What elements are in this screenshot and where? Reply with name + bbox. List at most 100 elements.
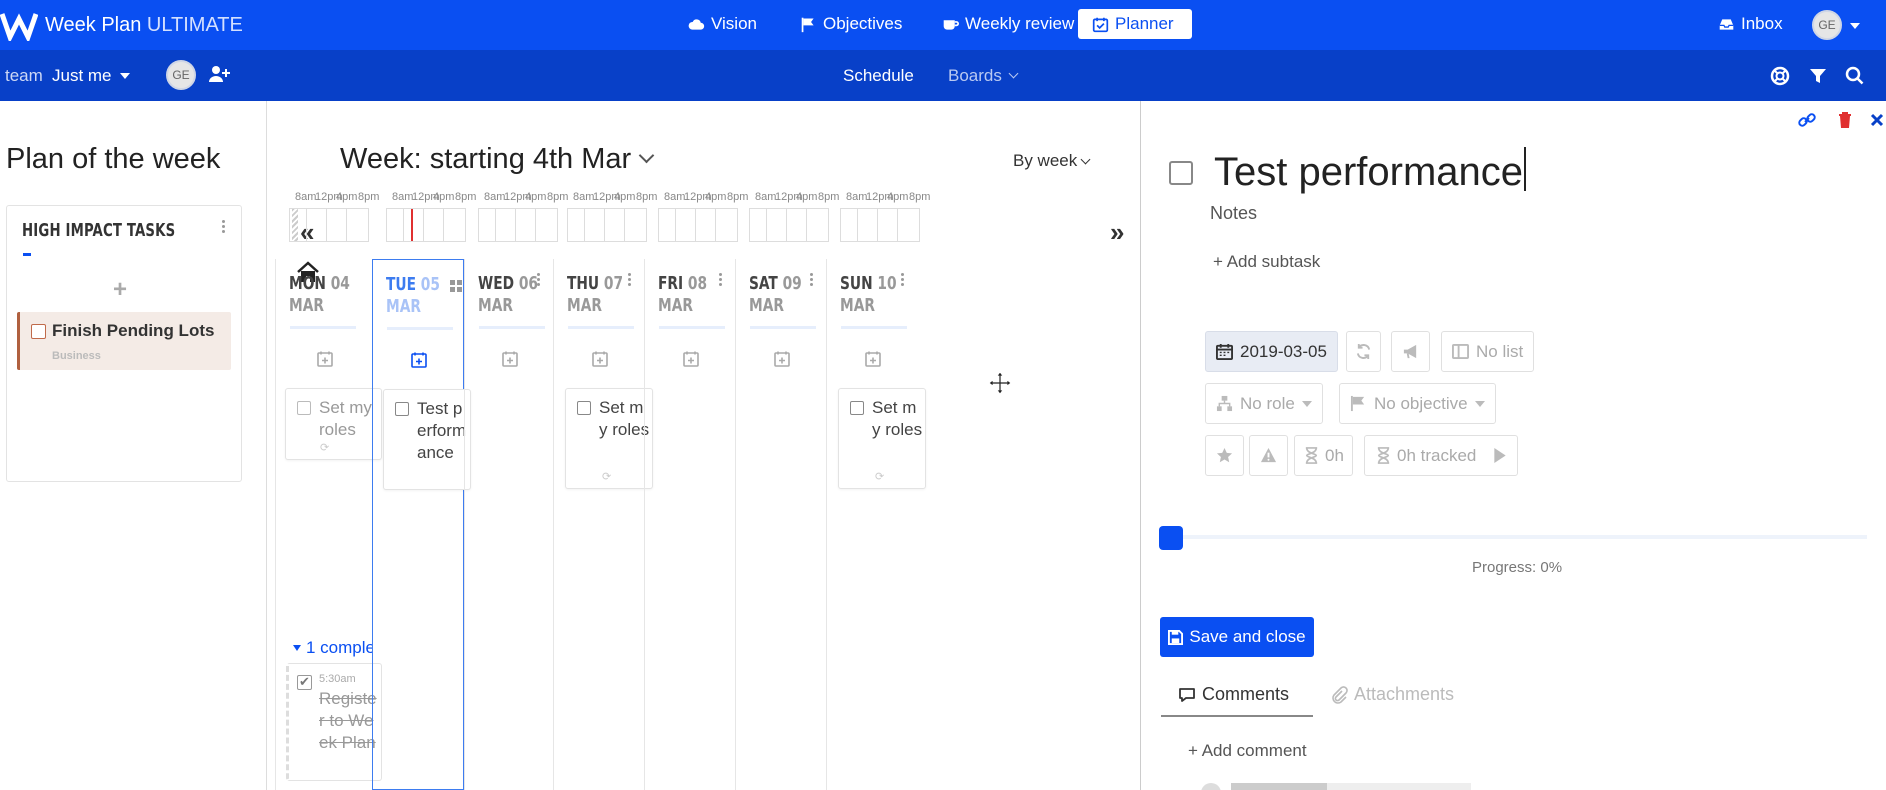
day-column-sun[interactable]: SUN 10 MAR Set my roles ⟳ [826, 259, 926, 790]
hour-label: 8pm [358, 191, 380, 203]
completed-task-card[interactable]: ✔ 5:30am Register to Week Plan [286, 663, 382, 781]
tab-schedule[interactable]: Schedule [843, 66, 914, 86]
high-impact-task-card[interactable]: Finish Pending Lots Business [17, 312, 231, 370]
team-member-avatar[interactable]: GE [166, 60, 196, 90]
nav-planner[interactable]: Planner [1078, 9, 1192, 39]
user-avatar[interactable]: GE [1812, 10, 1842, 40]
warning-chip[interactable] [1249, 435, 1288, 476]
add-task-calendar-icon[interactable] [774, 351, 790, 367]
day-column-wed[interactable]: WED 06 MAR [464, 259, 553, 790]
team-selector[interactable]: Just me [52, 66, 130, 86]
day-header[interactable]: TUE 05 MAR [386, 274, 440, 318]
add-task-calendar-icon[interactable] [592, 351, 608, 367]
tab-comments[interactable]: Comments [1178, 684, 1289, 705]
mini-timeline[interactable] [386, 208, 466, 242]
mini-timeline[interactable] [749, 208, 829, 242]
tab-attachments[interactable]: Attachments [1330, 684, 1454, 705]
star-chip[interactable] [1205, 435, 1244, 476]
add-task-calendar-icon[interactable] [865, 351, 881, 367]
add-task-calendar-icon[interactable] [411, 352, 427, 368]
app-brand[interactable]: Week Plan ULTIMATE [45, 14, 243, 37]
grid-view-icon[interactable] [450, 280, 462, 292]
notes-field[interactable]: Notes [1210, 203, 1257, 224]
add-task-calendar-icon[interactable] [683, 351, 699, 367]
time-tracked-chip[interactable]: 0h tracked [1364, 435, 1519, 476]
nav-inbox[interactable]: Inbox [1718, 14, 1783, 34]
add-comment-button[interactable]: + Add comment [1188, 741, 1307, 761]
day-menu-icon[interactable] [810, 273, 814, 289]
day-column-tue[interactable]: TUE 05 MAR Test performance [372, 259, 471, 790]
day-header[interactable]: SUN 10 MAR [840, 273, 897, 317]
search-icon[interactable] [1845, 66, 1865, 86]
detail-task-title[interactable]: Test performance [1214, 147, 1526, 195]
link-icon[interactable] [1798, 111, 1816, 129]
save-and-close-label: Save and close [1189, 627, 1306, 646]
day-header[interactable]: THU 07 MAR [567, 273, 623, 317]
filter-icon[interactable] [1808, 66, 1828, 86]
nav-vision[interactable]: Vision [688, 14, 757, 34]
day-month: MAR [289, 295, 324, 316]
role-select[interactable]: No role [1205, 383, 1323, 424]
objective-value: No objective [1374, 393, 1468, 413]
next-week-icon[interactable]: » [1110, 217, 1124, 248]
mini-timeline[interactable] [289, 208, 369, 242]
task-checkbox[interactable] [297, 401, 311, 415]
day-column-thu[interactable]: THU 07 MAR Set my roles ⟳ [553, 259, 653, 790]
task-card[interactable]: Test performance [383, 389, 471, 490]
day-column-fri[interactable]: FRI 08 MAR [644, 259, 735, 790]
completed-checkbox[interactable]: ✔ [297, 675, 312, 690]
task-card[interactable]: Set my roles ⟳ [285, 388, 382, 460]
day-menu-icon[interactable] [537, 273, 541, 289]
tab-comments-label: Comments [1202, 684, 1290, 704]
day-menu-icon[interactable] [719, 273, 723, 289]
detail-task-checkbox[interactable] [1169, 161, 1193, 185]
objective-select[interactable]: No objective [1339, 383, 1496, 424]
day-column-mon[interactable]: MON 04 MAR Set my roles ⟳ 1 completed ✔ 5:30am… [275, 259, 382, 790]
day-header[interactable]: WED 06 MAR [478, 273, 538, 317]
help-lifebuoy-icon[interactable] [1770, 66, 1790, 86]
task-checkbox[interactable] [577, 401, 591, 415]
section-menu-icon[interactable] [222, 220, 226, 236]
repeat-chip[interactable] [1346, 331, 1381, 372]
nav-objectives[interactable]: Objectives [800, 14, 902, 34]
delete-icon[interactable] [1836, 111, 1854, 129]
task-checkbox[interactable] [850, 401, 864, 415]
day-column-sat[interactable]: SAT 09 MAR [735, 259, 826, 790]
tab-boards[interactable]: Boards [948, 66, 1019, 86]
progress-slider-handle[interactable] [1159, 526, 1183, 550]
add-task-calendar-icon[interactable] [317, 351, 333, 367]
day-header[interactable]: SAT 09 MAR [749, 273, 802, 317]
view-select[interactable]: By week [1013, 151, 1091, 171]
day-menu-icon[interactable] [628, 273, 632, 289]
mini-timeline[interactable] [567, 208, 647, 242]
list-chip[interactable]: No list [1441, 331, 1535, 372]
close-icon[interactable] [1869, 111, 1885, 129]
mini-timeline[interactable] [478, 208, 558, 242]
section-underline [23, 253, 31, 256]
task-card[interactable]: Set my roles ⟳ [565, 388, 653, 489]
task-checkbox[interactable] [395, 402, 409, 416]
day-header[interactable]: FRI 08 MAR [658, 273, 707, 317]
hour-label: 8pm [818, 191, 840, 203]
user-menu-caret-icon[interactable] [1850, 23, 1860, 29]
day-menu-icon[interactable] [901, 273, 905, 289]
play-icon[interactable] [1493, 447, 1507, 464]
mini-timeline[interactable] [840, 208, 920, 242]
announce-chip[interactable] [1391, 331, 1430, 372]
add-task-calendar-icon[interactable] [502, 351, 518, 367]
week-title[interactable]: Week: starting 4th Mar [340, 143, 655, 176]
week-plan-logo-icon[interactable] [0, 9, 38, 41]
due-date-chip[interactable]: 2019-03-05 [1205, 331, 1338, 372]
save-and-close-button[interactable]: Save and close [1160, 617, 1314, 657]
day-header[interactable]: MON 04 MAR [289, 273, 350, 317]
nav-weekly-review[interactable]: Weekly review [942, 14, 1074, 34]
mini-timeline[interactable] [658, 208, 738, 242]
add-high-impact-task-icon[interactable]: + [113, 276, 127, 304]
task-checkbox[interactable] [31, 324, 46, 339]
task-card[interactable]: Set my roles ⟳ [838, 388, 926, 489]
add-subtask-button[interactable]: + Add subtask [1213, 252, 1320, 272]
add-user-icon[interactable] [208, 64, 230, 84]
completed-toggle[interactable]: 1 completed [293, 638, 373, 658]
progress-slider-track[interactable] [1159, 535, 1867, 539]
estimate-chip[interactable]: 0h [1294, 435, 1353, 476]
